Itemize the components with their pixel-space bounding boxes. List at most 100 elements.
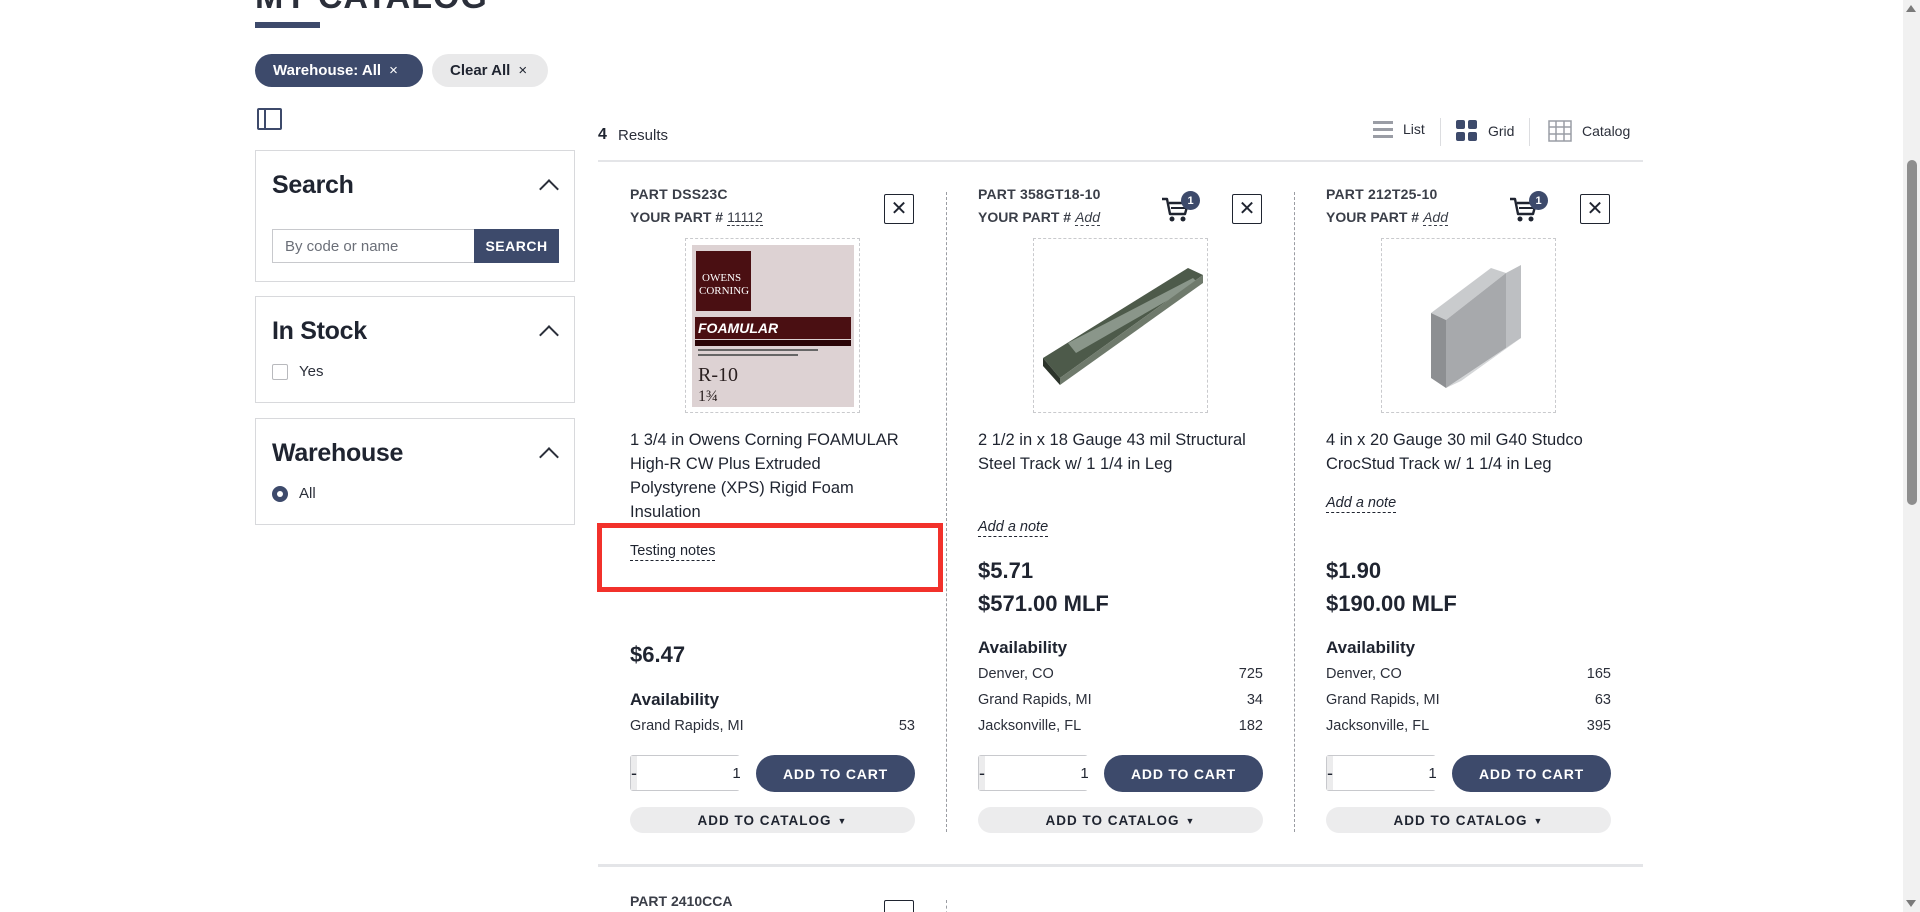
add-to-catalog-button[interactable]: ADD TO CATALOG ▼: [630, 807, 915, 833]
add-to-catalog-label: ADD TO CATALOG: [1045, 812, 1180, 828]
your-part-value[interactable]: 11112: [727, 209, 763, 226]
steel-track-product-image: [1043, 268, 1203, 385]
your-part-number: YOUR PART # Add: [1326, 209, 1449, 226]
chevron-up-icon[interactable]: [539, 325, 559, 345]
sidebar-toggle-icon[interactable]: [257, 108, 282, 130]
product-price: $5.71: [978, 558, 1034, 583]
product-description: 4 in x 20 Gauge 30 mil G40 Studco CrocSt…: [1326, 431, 1583, 473]
chevron-up-icon[interactable]: [539, 447, 559, 467]
availability-location: Jacksonville, FL: [1326, 718, 1430, 734]
add-to-cart-button[interactable]: ADD TO CART: [1452, 755, 1611, 792]
product-price-mlf: $571.00 MLF: [978, 591, 1109, 616]
search-button[interactable]: SEARCH: [474, 229, 559, 263]
scroll-up-arrow-icon[interactable]: [1906, 5, 1916, 12]
remove-item-button[interactable]: ✕: [1232, 194, 1262, 224]
in-cart-indicator[interactable]: 1: [1160, 191, 1200, 224]
close-icon[interactable]: ×: [518, 62, 527, 79]
add-to-cart-button[interactable]: ADD TO CART: [756, 755, 915, 792]
results-toolbar: 4 Results List Grid Catalog: [598, 116, 1643, 162]
view-separator: [1440, 118, 1441, 146]
warehouse-filter-chip[interactable]: Warehouse: All ×: [255, 54, 423, 87]
remove-item-button[interactable]: [884, 900, 914, 912]
caret-down-icon: ▼: [1185, 815, 1196, 826]
in-stock-checkbox[interactable]: [272, 364, 288, 380]
page-title: MY CATALOG: [255, 0, 488, 17]
view-catalog-button[interactable]: Catalog: [1548, 120, 1630, 142]
remove-item-button[interactable]: ✕: [884, 194, 914, 224]
scroll-thumb[interactable]: [1907, 160, 1917, 505]
availability-row: Denver, CO 165: [1326, 666, 1611, 682]
your-part-number: YOUR PART # Add: [978, 209, 1101, 226]
availability-location: Denver, CO: [978, 666, 1054, 682]
add-to-catalog-label: ADD TO CATALOG: [1393, 812, 1528, 828]
svg-text:OWENS: OWENS: [702, 272, 741, 284]
view-grid-button[interactable]: Grid: [1456, 120, 1514, 142]
your-part-add-link[interactable]: Add: [1423, 209, 1449, 226]
product-description: 2 1/2 in x 18 Gauge 43 mil Structural St…: [978, 431, 1246, 473]
add-note-link[interactable]: Add a note: [978, 518, 1049, 537]
crocstud-track-product-image: [1431, 265, 1521, 388]
results-count: 4: [598, 126, 607, 143]
scroll-down-arrow-icon[interactable]: [1906, 900, 1916, 907]
clear-all-chip[interactable]: Clear All ×: [432, 54, 548, 87]
availability-qty: 182: [1238, 718, 1263, 734]
product-description: 1 3/4 in Owens Corning FOAMULAR High-R C…: [630, 431, 899, 521]
availability-title: Availability: [978, 638, 1068, 657]
in-stock-panel: In Stock Yes: [255, 296, 575, 403]
page-scrollbar[interactable]: [1903, 0, 1920, 912]
product-image-frame: OWENS CORNING FOAMULAR R-10 1¾: [685, 238, 860, 413]
warehouse-all-radio[interactable]: [272, 486, 288, 502]
your-part-add-link[interactable]: Add: [1075, 209, 1101, 226]
cart-count-badge: 1: [1181, 191, 1200, 210]
search-panel-title: Search: [272, 171, 354, 199]
list-icon: [1373, 121, 1393, 138]
owens-corning-foamular-product-image: OWENS CORNING FOAMULAR R-10 1¾: [691, 244, 854, 407]
chip-label: Clear All: [450, 62, 511, 79]
product-card: PART DSS23C YOUR PART #11112 ✕ OWENS COR…: [597, 186, 943, 844]
add-to-catalog-button[interactable]: ADD TO CATALOG ▼: [978, 807, 1263, 833]
availability-qty: 165: [1586, 666, 1611, 682]
availability-location: Grand Rapids, MI: [1326, 692, 1440, 708]
part-number: PART 212T25-10: [1326, 186, 1438, 202]
column-divider: [1294, 192, 1295, 832]
quantity-stepper: - +: [1326, 755, 1543, 791]
view-list-button[interactable]: List: [1373, 120, 1425, 138]
warehouse-panel-title: Warehouse: [272, 439, 404, 467]
availability-title: Availability: [630, 690, 720, 709]
your-part-label: YOUR PART #: [1326, 209, 1420, 225]
part-number: PART DSS23C: [630, 186, 728, 202]
availability-qty: 34: [1246, 692, 1263, 708]
availability-qty: 725: [1238, 666, 1263, 682]
add-to-catalog-button[interactable]: ADD TO CATALOG ▼: [1326, 807, 1611, 833]
availability-qty: 63: [1594, 692, 1611, 708]
chevron-up-icon[interactable]: [539, 179, 559, 199]
your-part-number: YOUR PART #11112: [630, 209, 763, 226]
view-separator: [1529, 118, 1530, 146]
product-card: PART 212T25-10 YOUR PART # Add 1 ✕ 4 in x…: [1326, 186, 1611, 844]
search-input[interactable]: [272, 229, 474, 263]
view-catalog-label: Catalog: [1582, 123, 1631, 139]
search-panel: Search SEARCH: [255, 150, 575, 282]
close-icon: ✕: [1586, 198, 1604, 220]
row-divider: [598, 864, 1643, 867]
highlight-annotation-box: [597, 523, 943, 592]
remove-item-button[interactable]: ✕: [1580, 194, 1610, 224]
product-card: PART 358GT18-10 YOUR PART # Add 1 ✕ 2 1/2…: [978, 186, 1263, 844]
availability-row: Jacksonville, FL 395: [1326, 718, 1611, 734]
in-cart-indicator[interactable]: 1: [1508, 191, 1548, 224]
availability-row: Jacksonville, FL 182: [978, 718, 1263, 734]
product-price-mlf: $190.00 MLF: [1326, 591, 1457, 616]
caret-down-icon: ▼: [1533, 815, 1544, 826]
warehouse-option-label: All: [299, 485, 316, 502]
availability-location: Denver, CO: [1326, 666, 1402, 682]
availability-location: Jacksonville, FL: [978, 718, 1082, 734]
svg-text:R-10: R-10: [698, 364, 738, 386]
view-list-label: List: [1403, 121, 1425, 137]
availability-qty: 53: [898, 718, 915, 734]
add-note-link[interactable]: Add a note: [1326, 494, 1397, 513]
product-image-frame: [1033, 238, 1208, 413]
close-icon[interactable]: ×: [389, 62, 398, 79]
warehouse-panel: Warehouse All: [255, 418, 575, 525]
add-to-cart-button[interactable]: ADD TO CART: [1104, 755, 1263, 792]
add-to-catalog-label: ADD TO CATALOG: [697, 812, 832, 828]
